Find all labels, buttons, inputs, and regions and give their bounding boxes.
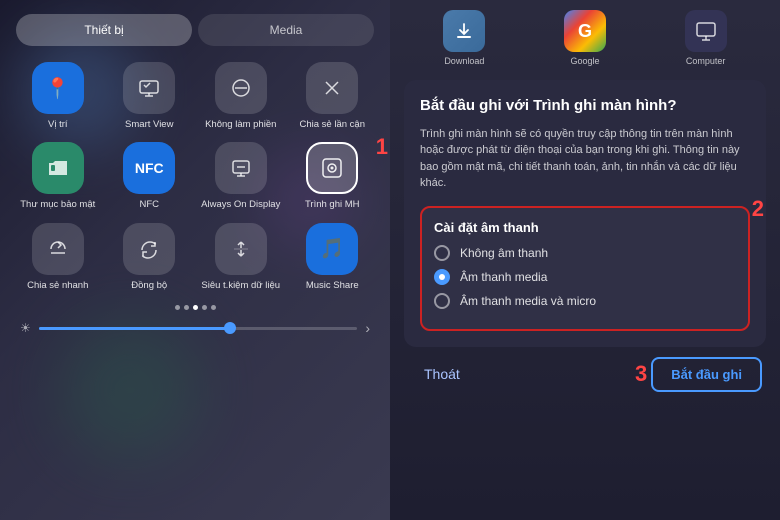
dot-1 [175,305,180,310]
sieu-tiet-kiem-label: Siêu t.kiệm dữ liệu [201,280,280,291]
audio-settings-box: Cài đặt âm thanh Không âm thanh Âm thanh… [420,206,750,331]
app-computer-label: Computer [686,56,726,66]
chevron-down-icon[interactable]: › [365,320,370,336]
start-btn-area: 3 Bắt đầu ghi [635,357,762,392]
chia-se-nhanh-label: Chia sẻ nhanh [27,280,88,291]
page-dots [16,305,374,310]
chia-se-lan-can-icon [306,62,358,114]
nfc-icon: NFC [123,142,175,194]
apps-row: Download G Google Computer [404,10,766,66]
option-media-micro-label: Âm thanh media và micro [460,294,596,308]
tab-media[interactable]: Media [198,14,374,46]
icon-vi-tri[interactable]: 📍 Vị trí [16,62,100,130]
dialog-box: Bắt đầu ghi với Trình ghi màn hình? Trìn… [404,80,766,347]
music-share-icon: 🎵 [306,223,358,275]
right-panel: Download G Google Computer [390,0,780,520]
option-media-sound[interactable]: Âm thanh media [434,269,736,285]
vi-tri-label: Vị trí [48,119,68,130]
thu-muc-icon [32,142,84,194]
dialog-description: Trình ghi màn hình sẽ có quyền truy cập … [420,126,750,192]
brightness-thumb [224,322,236,334]
icon-smart-view[interactable]: Smart View [108,62,192,130]
icon-grid: 📍 Vị trí Smart View [16,62,374,291]
dialog-title: Bắt đầu ghi với Trình ghi màn hình? [420,96,750,116]
app-google[interactable]: G Google [564,10,606,66]
brightness-low-icon: ☀ [20,321,31,335]
chia-se-lan-can-label: Chia sẻ lần cận [300,119,365,130]
button-row: Thoát 3 Bắt đầu ghi [404,357,766,392]
icon-thu-muc[interactable]: Thư mục bảo mật [16,142,100,210]
icon-khong-lam-phien[interactable]: Không làm phiền [199,62,283,130]
tab-row: Thiết bị Media [16,14,374,46]
badge-2: 2 [752,196,764,222]
audio-settings-title: Cài đặt âm thanh [434,220,736,235]
app-download[interactable]: Download [443,10,485,66]
start-recording-button[interactable]: Bắt đầu ghi [651,357,762,392]
dot-4 [202,305,207,310]
icon-dong-bo[interactable]: Đồng bộ [108,223,192,291]
dot-5 [211,305,216,310]
radio-media-sound[interactable] [434,269,450,285]
always-on-label: Always On Display [201,199,280,210]
trinh-ghi-mh-icon [306,142,358,194]
option-no-sound[interactable]: Không âm thanh [434,245,736,261]
icon-trinh-ghi-mh[interactable]: 1 Trình ghi MH [291,142,375,210]
app-google-label: Google [570,56,599,66]
radio-no-sound[interactable] [434,245,450,261]
app-download-label: Download [444,56,484,66]
smart-view-icon [123,62,175,114]
icon-sieu-tiet-kiem[interactable]: Siêu t.kiệm dữ liệu [199,223,283,291]
brightness-bar[interactable] [39,327,358,330]
cancel-button[interactable]: Thoát [408,358,476,390]
sieu-tiet-kiem-icon [215,223,267,275]
left-panel: Thiết bị Media 📍 Vị trí Smart View [0,0,390,520]
vi-tri-icon: 📍 [32,62,84,114]
google-icon: G [578,21,592,42]
icon-always-on[interactable]: Always On Display [199,142,283,210]
option-media-sound-label: Âm thanh media [460,270,547,284]
trinh-ghi-mh-label: Trình ghi MH [305,199,360,210]
thu-muc-label: Thư mục bảo mật [20,199,95,210]
dong-bo-label: Đồng bộ [131,280,167,291]
computer-icon [694,19,718,43]
music-share-label: Music Share [306,280,359,291]
option-media-micro[interactable]: Âm thanh media và micro [434,293,736,309]
always-on-icon [215,142,267,194]
khong-lam-phien-label: Không làm phiền [205,119,276,130]
app-computer[interactable]: Computer [685,10,727,66]
chia-se-nhanh-icon [32,223,84,275]
brightness-row: ☀ › [16,320,374,336]
option-no-sound-label: Không âm thanh [460,246,548,260]
download-icon [443,10,485,52]
dot-2 [184,305,189,310]
brightness-fill [39,327,230,330]
radio-media-micro[interactable] [434,293,450,309]
badge-3: 3 [635,361,647,387]
icon-chia-se-nhanh[interactable]: Chia sẻ nhanh [16,223,100,291]
radio-inner-dot [439,274,445,280]
dong-bo-icon [123,223,175,275]
icon-music-share[interactable]: 🎵 Music Share [291,223,375,291]
tab-thiet-bi[interactable]: Thiết bị [16,14,192,46]
smart-view-label: Smart View [125,119,173,130]
icon-nfc[interactable]: NFC NFC [108,142,192,210]
badge-1: 1 [376,134,388,160]
icon-chia-se-lan-can[interactable]: Chia sẻ lần cận [291,62,375,130]
nfc-label: NFC [139,199,159,210]
khong-lam-phien-icon [215,62,267,114]
dot-3 [193,305,198,310]
